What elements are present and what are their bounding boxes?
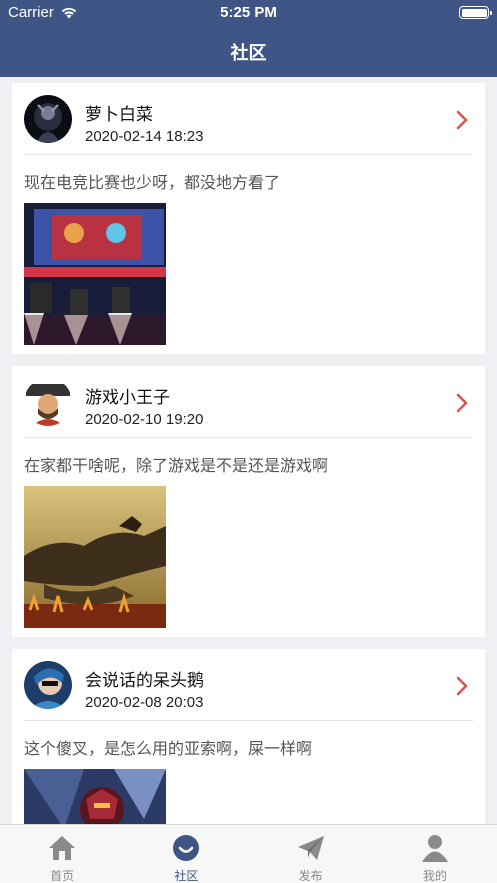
avatar[interactable] bbox=[24, 378, 72, 426]
post-card[interactable]: 萝卜白菜 2020-02-14 18:23 现在电竞比赛也少呀，都没地方看了 bbox=[12, 83, 485, 354]
nav-bar: 社区 bbox=[0, 26, 497, 77]
post-image[interactable] bbox=[24, 486, 166, 628]
avatar[interactable] bbox=[24, 661, 72, 709]
tab-community[interactable]: 社区 bbox=[124, 825, 248, 883]
battery-fill bbox=[461, 8, 487, 17]
status-bar: Carrier 5:25 PM bbox=[0, 0, 497, 26]
avatar[interactable] bbox=[24, 95, 72, 143]
chevron-right-icon[interactable] bbox=[455, 110, 469, 130]
tab-bar: 首页 社区 发布 我的 bbox=[0, 824, 497, 883]
post-date: 2020-02-14 18:23 bbox=[85, 128, 204, 145]
post-text: 在家都干啥呢，除了游戏是不是还是游戏啊 bbox=[24, 456, 329, 475]
post-header[interactable]: 游戏小王子 2020-02-10 19:20 bbox=[24, 366, 473, 438]
username[interactable]: 游戏小王子 bbox=[85, 383, 170, 408]
post-feed[interactable]: 萝卜白菜 2020-02-14 18:23 现在电竞比赛也少呀，都没地方看了 游… bbox=[0, 77, 497, 824]
chevron-right-icon[interactable] bbox=[455, 393, 469, 413]
chevron-right-icon[interactable] bbox=[455, 676, 469, 696]
tab-label: 发布 bbox=[298, 869, 323, 883]
username[interactable]: 萝卜白菜 bbox=[85, 100, 153, 125]
tab-label: 首页 bbox=[50, 869, 75, 883]
tab-label: 我的 bbox=[422, 869, 447, 883]
tab-label: 社区 bbox=[174, 869, 199, 883]
post-header[interactable]: 萝卜白菜 2020-02-14 18:23 bbox=[24, 83, 473, 155]
community-icon bbox=[173, 835, 200, 861]
username[interactable]: 会说话的呆头鹅 bbox=[85, 666, 204, 691]
tab-profile[interactable]: 我的 bbox=[373, 825, 497, 883]
page-title: 社区 bbox=[230, 42, 267, 64]
battery-icon bbox=[459, 6, 492, 19]
post-text: 这个傻叉，是怎么用的亚索啊，屎一样啊 bbox=[24, 739, 313, 758]
send-icon bbox=[297, 836, 324, 860]
post-date: 2020-02-08 20:03 bbox=[85, 694, 204, 711]
post-header[interactable]: 会说话的呆头鹅 2020-02-08 20:03 bbox=[24, 649, 473, 721]
post-image[interactable] bbox=[24, 203, 166, 345]
post-date: 2020-02-10 19:20 bbox=[85, 411, 204, 428]
home-icon bbox=[49, 836, 76, 860]
post-image[interactable] bbox=[24, 769, 166, 824]
tab-home[interactable]: 首页 bbox=[0, 825, 124, 883]
post-card[interactable]: 游戏小王子 2020-02-10 19:20 在家都干啥呢，除了游戏是不是还是游… bbox=[12, 366, 485, 637]
battery-nub bbox=[490, 10, 492, 15]
profile-icon bbox=[421, 835, 448, 862]
tab-publish[interactable]: 发布 bbox=[249, 825, 373, 883]
status-time: 5:25 PM bbox=[220, 4, 277, 21]
post-text: 现在电竞比赛也少呀，都没地方看了 bbox=[24, 173, 281, 192]
post-card[interactable]: 会说话的呆头鹅 2020-02-08 20:03 这个傻叉，是怎么用的亚索啊，屎… bbox=[12, 649, 485, 824]
